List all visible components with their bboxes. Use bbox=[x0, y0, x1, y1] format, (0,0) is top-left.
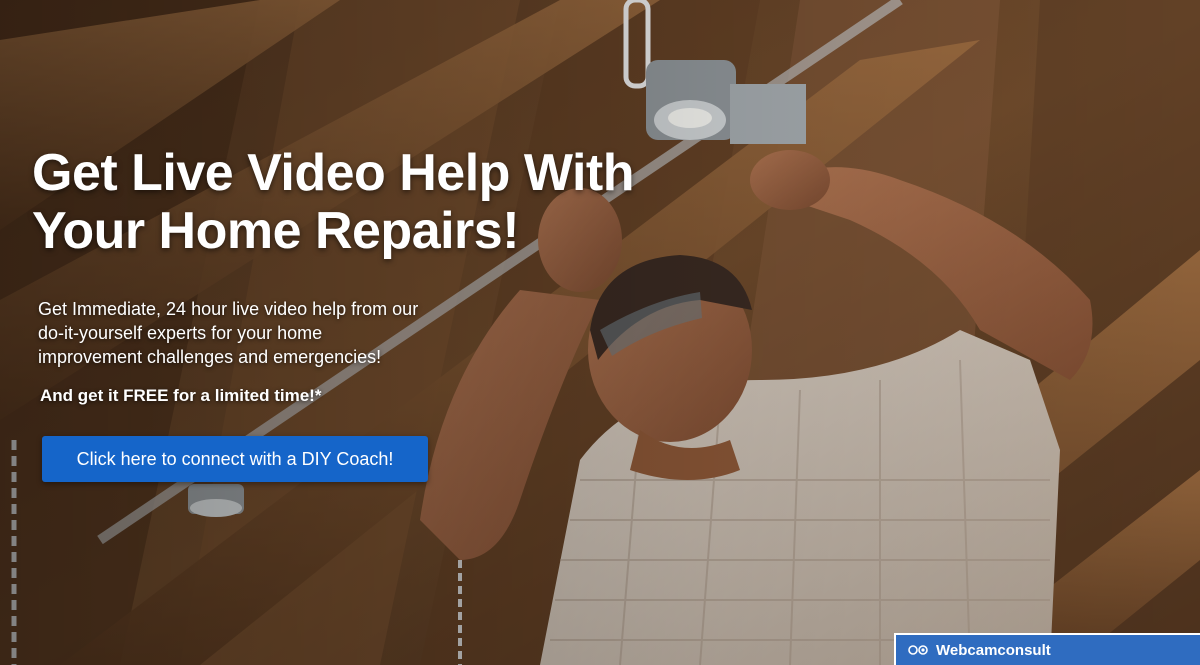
connect-diy-coach-button[interactable]: Click here to connect with a DIY Coach! bbox=[42, 436, 428, 482]
hero-description-line-2: do-it-yourself experts for your home bbox=[38, 323, 323, 343]
hero-description-line-1: Get Immediate, 24 hour live video help f… bbox=[38, 299, 419, 319]
hero-section: Get Live Video Help With Your Home Repai… bbox=[0, 0, 1200, 665]
hero-title-line-1: Get Live Video Help With bbox=[32, 144, 635, 202]
webcamconsult-badge[interactable]: Webcamconsult bbox=[894, 633, 1200, 665]
promo-text: And get it FREE for a limited time!* bbox=[40, 386, 322, 405]
hero-content: Get Live Video Help With Your Home Repai… bbox=[0, 0, 1200, 665]
webcamconsult-logo-icon bbox=[908, 644, 930, 656]
hero-title: Get Live Video Help With Your Home Repai… bbox=[32, 144, 732, 260]
hero-description: Get Immediate, 24 hour live video help f… bbox=[38, 297, 468, 369]
webcamconsult-label: Webcamconsult bbox=[936, 641, 1051, 659]
hero-title-line-2: Your Home Repairs! bbox=[32, 202, 520, 260]
hero-description-line-3: improvement challenges and emergencies! bbox=[38, 347, 382, 367]
